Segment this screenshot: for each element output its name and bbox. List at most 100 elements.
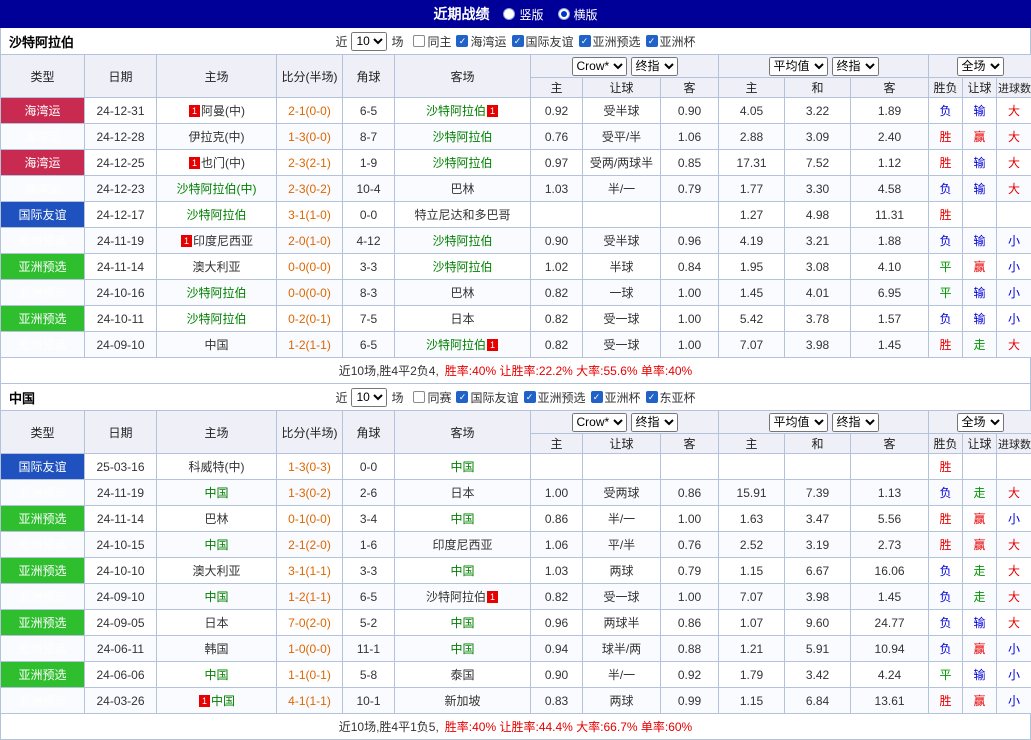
handicap-result: 输 xyxy=(963,662,997,688)
col-avg-home: 主 xyxy=(719,434,785,454)
home-team-link[interactable]: 韩国 xyxy=(204,642,228,656)
filter-checkbox[interactable]: 东亚杯 xyxy=(646,389,696,406)
filter-checkbox[interactable]: 国际友谊 xyxy=(512,33,574,50)
filter-checkbox[interactable]: 国际友谊 xyxy=(456,389,518,406)
away-team-link[interactable]: 中国 xyxy=(450,564,474,578)
away-team-link[interactable]: 新加坡 xyxy=(444,694,480,708)
home-team-link[interactable]: 巴林 xyxy=(204,512,228,526)
layout-radio-horizontal[interactable]: 横版 xyxy=(558,6,598,23)
filter-checkbox[interactable]: 亚洲杯 xyxy=(591,389,641,406)
home-team-link[interactable]: 沙特阿拉伯 xyxy=(186,286,246,300)
odds-away: 1.00 xyxy=(661,584,719,610)
avg-home: 4.05 xyxy=(719,98,785,124)
home-team-cell: 科威特(中) xyxy=(157,454,277,480)
avg-away: 5.56 xyxy=(851,506,929,532)
filter-checkbox[interactable]: 亚洲预选 xyxy=(579,33,641,50)
avg-away: 1.89 xyxy=(851,98,929,124)
home-team-link[interactable]: 中国 xyxy=(204,538,228,552)
away-team-link[interactable]: 沙特阿拉伯 xyxy=(426,104,486,118)
full-match-select[interactable]: 全场 xyxy=(957,57,1004,76)
odds-source-select[interactable]: Crow* xyxy=(572,57,627,76)
col-home: 主场 xyxy=(157,55,277,98)
home-team-cell: 1也门(中) xyxy=(157,150,277,176)
away-team-link[interactable]: 沙特阿拉伯 xyxy=(432,234,492,248)
corners: 11-1 xyxy=(343,636,395,662)
home-team-link[interactable]: 澳大利亚 xyxy=(192,260,240,274)
avg-source-select[interactable]: 平均值 xyxy=(769,57,828,76)
home-team-link[interactable]: 也门(中) xyxy=(201,156,245,170)
odds-away xyxy=(661,202,719,228)
odds-source-select[interactable]: Crow* xyxy=(572,413,627,432)
home-team-link[interactable]: 中国 xyxy=(204,338,228,352)
filter-checkbox[interactable]: 亚洲预选 xyxy=(524,389,586,406)
away-team-link[interactable]: 中国 xyxy=(450,616,474,630)
away-team-link[interactable]: 日本 xyxy=(450,486,474,500)
match-row: 亚洲预选 24-11-14 澳大利亚 0-0(0-0) 3-3 沙特阿拉伯 1.… xyxy=(1,254,1031,280)
full-match-select[interactable]: 全场 xyxy=(957,413,1004,432)
score: 1-3(0-3) xyxy=(277,454,343,480)
odds-home: 0.92 xyxy=(531,98,583,124)
away-team-link[interactable]: 沙特阿拉伯 xyxy=(432,156,492,170)
radio-label: 竖版 xyxy=(519,6,543,23)
away-team-link[interactable]: 中国 xyxy=(450,642,474,656)
checkbox-icon xyxy=(413,391,425,403)
home-team-link[interactable]: 日本 xyxy=(204,616,228,630)
score: 2-3(2-1) xyxy=(277,150,343,176)
avg-away: 11.31 xyxy=(851,202,929,228)
filter-checkbox[interactable]: 海湾运 xyxy=(456,33,506,50)
home-team-link[interactable]: 沙特阿拉伯 xyxy=(186,312,246,326)
away-team-link[interactable]: 沙特阿拉伯 xyxy=(426,338,486,352)
home-team-link[interactable]: 中国 xyxy=(211,694,235,708)
sections-container: 沙特阿拉伯 近 10 场 同主 海湾运 国际友谊 亚洲预选 亚洲杯 xyxy=(0,28,1031,740)
match-date: 24-06-11 xyxy=(85,636,157,662)
filter-checkbox[interactable]: 同主 xyxy=(413,33,451,50)
home-team-link[interactable]: 沙特阿拉伯(中) xyxy=(177,182,257,196)
away-team-link[interactable]: 沙特阿拉伯 xyxy=(432,260,492,274)
col-odds-away: 客 xyxy=(661,434,719,454)
filter-checkbox[interactable]: 同赛 xyxy=(413,389,451,406)
away-team-link[interactable]: 日本 xyxy=(450,312,474,326)
away-team-link[interactable]: 巴林 xyxy=(450,286,474,300)
avg-away: 1.45 xyxy=(851,332,929,358)
away-team-link[interactable]: 中国 xyxy=(450,512,474,526)
odds-final-select[interactable]: 终指 xyxy=(631,57,678,76)
avg-final-select[interactable]: 终指 xyxy=(832,413,879,432)
avg-source-select[interactable]: 平均值 xyxy=(769,413,828,432)
away-team-link[interactable]: 特立尼达和多巴哥 xyxy=(414,208,510,222)
home-team-link[interactable]: 中国 xyxy=(204,668,228,682)
home-team-link[interactable]: 沙特阿拉伯 xyxy=(186,208,246,222)
away-team-link[interactable]: 印度尼西亚 xyxy=(432,538,492,552)
layout-radio-vertical[interactable]: 竖版 xyxy=(503,6,543,23)
home-team-link[interactable]: 澳大利亚 xyxy=(192,564,240,578)
col-avg-draw: 和 xyxy=(785,78,851,98)
filter-checkbox[interactable]: 亚洲杯 xyxy=(646,33,696,50)
result: 平 xyxy=(929,662,963,688)
away-team-link[interactable]: 泰国 xyxy=(450,668,474,682)
col-type: 类型 xyxy=(1,55,85,98)
odds-handicap: 受一球 xyxy=(583,584,661,610)
score: 1-3(0-2) xyxy=(277,480,343,506)
away-team-link[interactable]: 巴林 xyxy=(450,182,474,196)
recent-count-select[interactable]: 10 xyxy=(351,388,387,407)
home-team-link[interactable]: 科威特(中) xyxy=(189,460,245,474)
home-team-link[interactable]: 中国 xyxy=(204,486,228,500)
avg-home: 5.42 xyxy=(719,306,785,332)
result: 胜 xyxy=(929,202,963,228)
home-team-link[interactable]: 阿曼(中) xyxy=(201,104,245,118)
result: 负 xyxy=(929,610,963,636)
match-type-badge: 海湾运 xyxy=(1,150,85,176)
goals-result: 小 xyxy=(997,228,1031,254)
recent-count-select[interactable]: 10 xyxy=(351,32,387,51)
odds-final-select[interactable]: 终指 xyxy=(631,413,678,432)
away-team-link[interactable]: 沙特阿拉伯 xyxy=(432,130,492,144)
away-team-link[interactable]: 中国 xyxy=(450,460,474,474)
home-team-link[interactable]: 伊拉克(中) xyxy=(189,130,245,144)
away-team-link[interactable]: 沙特阿拉伯 xyxy=(426,590,486,604)
home-team-link[interactable]: 印度尼西亚 xyxy=(193,234,253,248)
team-section: 中国 近 10 场 同赛 国际友谊 亚洲预选 亚洲杯 东亚杯 xyxy=(0,384,1031,740)
home-team-link[interactable]: 中国 xyxy=(204,590,228,604)
filter-suffix-label: 场 xyxy=(391,389,403,406)
avg-draw: 3.09 xyxy=(785,124,851,150)
avg-final-select[interactable]: 终指 xyxy=(832,57,879,76)
corners: 0-0 xyxy=(343,454,395,480)
